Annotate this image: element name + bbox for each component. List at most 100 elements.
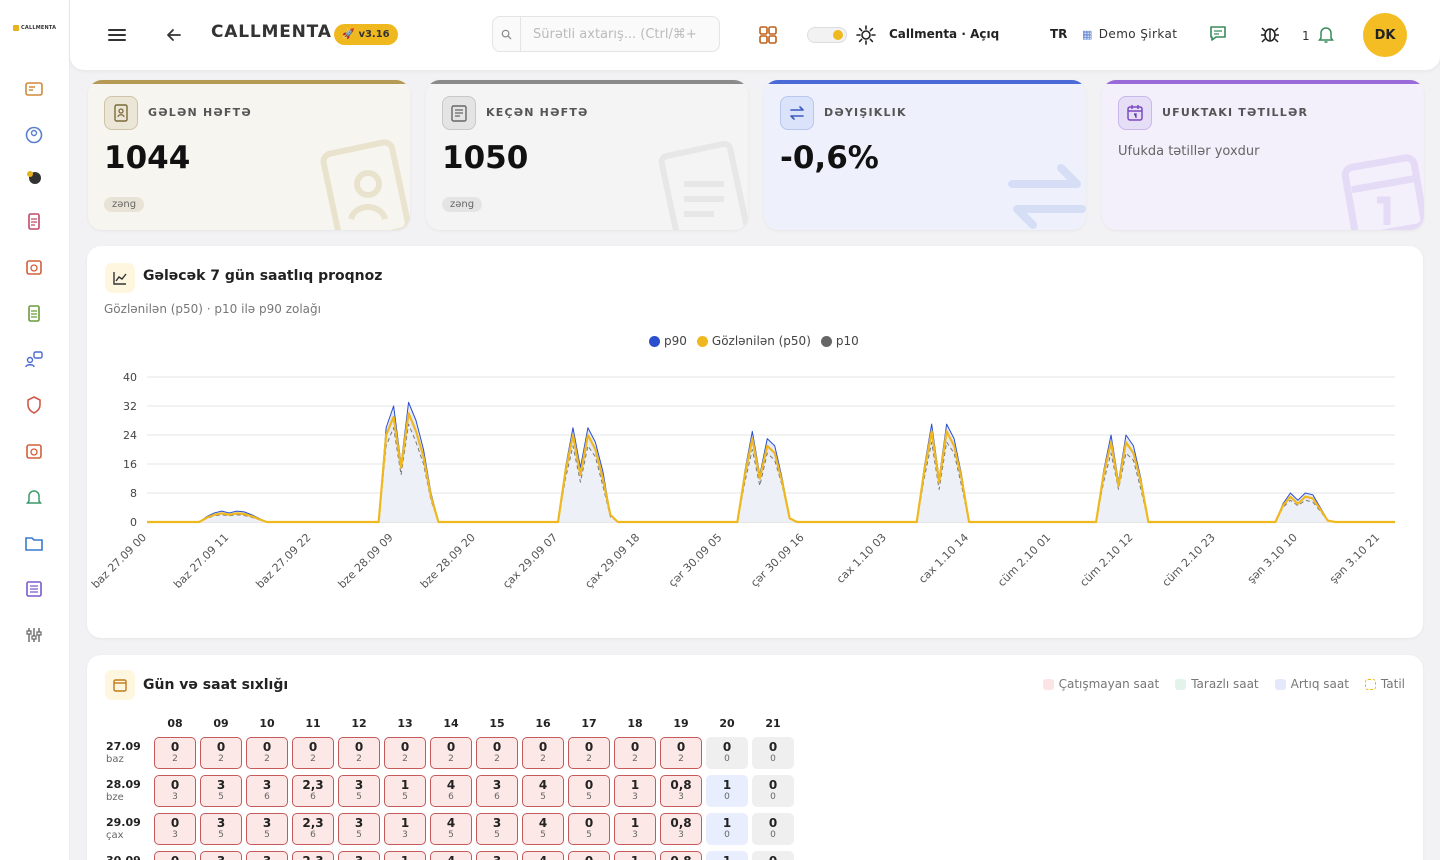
legend-item-short: Çatışmayan saat [1042,677,1159,691]
sidebar-logo[interactable]: CALLMENTA [13,22,56,34]
sidebar-folder-icon[interactable] [22,531,46,555]
heatmap-cell[interactable]: 05 [568,851,610,860]
heatmap-cell[interactable]: 02 [522,737,564,769]
heatmap-cell[interactable]: 35 [338,813,380,845]
search-icon[interactable] [493,17,521,51]
legend-item-p50[interactable]: Gözlənilən (p50) [696,334,811,348]
heatmap-cell[interactable]: 00 [752,851,794,860]
heatmap-cell[interactable]: 45 [522,851,564,860]
sidebar-clipboard-icon[interactable] [22,209,46,233]
heatmap-cell[interactable]: 00 [752,737,794,769]
heatmap-cell[interactable]: 13 [614,775,656,807]
heatmap-cell[interactable]: 02 [660,737,702,769]
apps-grid-icon[interactable] [758,25,778,45]
cell-required: 0 [170,740,180,754]
heatmap-cell[interactable]: 02 [384,737,426,769]
heatmap-cell[interactable]: 05 [568,775,610,807]
company-selector[interactable]: ▦ Demo Şirkat [1082,27,1177,41]
bug-report-icon[interactable] [1259,23,1281,45]
card-label: DƏYIŞIKLIK [824,106,907,119]
hamburger-menu-icon[interactable] [106,24,128,46]
cell-required: 1 [400,778,410,792]
cell-scheduled: 3 [632,830,638,840]
heatmap-cell[interactable]: 35 [200,775,242,807]
heatmap-cell[interactable]: 45 [430,813,472,845]
heatmap-cell[interactable]: 0,83 [660,851,702,860]
sidebar-bell-icon[interactable] [22,485,46,509]
heatmap-cell[interactable]: 02 [614,737,656,769]
heatmap-cell[interactable]: 35 [476,851,518,860]
legend-label: Gözlənilən (p50) [711,334,811,348]
cell-required: 0 [768,778,778,792]
heatmap-cell[interactable]: 02 [568,737,610,769]
heatmap-cell[interactable]: 46 [430,775,472,807]
notification-bell-icon[interactable] [1316,24,1336,44]
heatmap-cell[interactable]: 02 [338,737,380,769]
cell-required: 1 [707,854,747,860]
sidebar-ai-icon[interactable] [22,166,46,190]
cell-scheduled: 2 [310,754,316,764]
heatmap-cell[interactable]: 02 [430,737,472,769]
heatmap-cell[interactable]: 35 [338,851,380,860]
heatmap-cell[interactable]: 35 [200,851,242,860]
row-date: 27.09 baz [106,740,141,766]
cell-required: 0 [722,740,732,754]
heatmap-cell[interactable]: 10 [706,851,748,860]
heatmap-cell[interactable]: 03 [154,851,196,860]
heatmap-cell[interactable]: 2,36 [292,775,334,807]
heatmap-cell[interactable]: 15 [384,775,426,807]
heatmap-cell[interactable]: 0,83 [660,813,702,845]
heatmap-cell[interactable]: 13 [384,851,426,860]
sidebar-shield-icon[interactable] [22,393,46,417]
heatmap-cell[interactable]: 13 [614,813,656,845]
sidebar-checklist-icon[interactable] [22,301,46,325]
sidebar-report-icon[interactable] [22,577,46,601]
user-avatar[interactable]: DK [1363,13,1407,57]
heatmap-cell[interactable]: 13 [614,851,656,860]
search-input[interactable] [533,26,713,42]
heatmap-cell[interactable]: 10 [706,813,748,845]
heatmap-cell[interactable]: 35 [246,851,288,860]
heatmap-cell[interactable]: 03 [154,813,196,845]
heatmap-cell[interactable]: 05 [568,813,610,845]
heatmap-cell[interactable]: 45 [430,851,472,860]
heatmap-cell[interactable]: 02 [476,737,518,769]
sidebar-team-chat-icon[interactable] [22,347,46,371]
heatmap-cell[interactable]: 00 [706,737,748,769]
heatmap-cell[interactable]: 35 [246,813,288,845]
heatmap-cell[interactable]: 00 [752,775,794,807]
sidebar-dashboard-icon[interactable] [22,77,46,101]
heatmap-cell[interactable]: 00 [752,813,794,845]
back-arrow-icon[interactable] [164,25,184,45]
heatmap-cell[interactable]: 36 [246,775,288,807]
cell-required: 0 [676,740,686,754]
heatmap-cell[interactable]: 35 [476,813,518,845]
heatmap-cell[interactable]: 45 [522,775,564,807]
heatmap-cell[interactable]: 35 [200,813,242,845]
heatmap-cell[interactable]: 02 [200,737,242,769]
legend-item-p90[interactable]: p90 [649,334,687,348]
chat-icon[interactable] [1208,24,1228,44]
heatmap-cell[interactable]: 45 [522,813,564,845]
sun-icon[interactable] [856,25,876,45]
cell-scheduled: 3 [172,830,178,840]
theme-toggle[interactable] [807,27,847,43]
theme-label[interactable]: Callmenta · Açıq [889,27,999,41]
heatmap-cell[interactable]: 2,36 [292,851,334,860]
legend-item-p10[interactable]: p10 [820,334,859,348]
sidebar-schedule-icon[interactable] [22,255,46,279]
heatmap-cell[interactable]: 0,83 [660,775,702,807]
heatmap-cell[interactable]: 13 [384,813,426,845]
heatmap-cell[interactable]: 02 [292,737,334,769]
heatmap-cell[interactable]: 35 [338,775,380,807]
language-selector[interactable]: TR [1050,27,1067,41]
sidebar-agent-icon[interactable] [22,123,46,147]
heatmap-cell[interactable]: 03 [154,775,196,807]
heatmap-cell[interactable]: 2,36 [292,813,334,845]
heatmap-cell[interactable]: 02 [154,737,196,769]
heatmap-cell[interactable]: 10 [706,775,748,807]
heatmap-cell[interactable]: 36 [476,775,518,807]
sidebar-settings-sliders-icon[interactable] [22,623,46,647]
heatmap-cell[interactable]: 02 [246,737,288,769]
sidebar-calendar-icon[interactable] [22,439,46,463]
